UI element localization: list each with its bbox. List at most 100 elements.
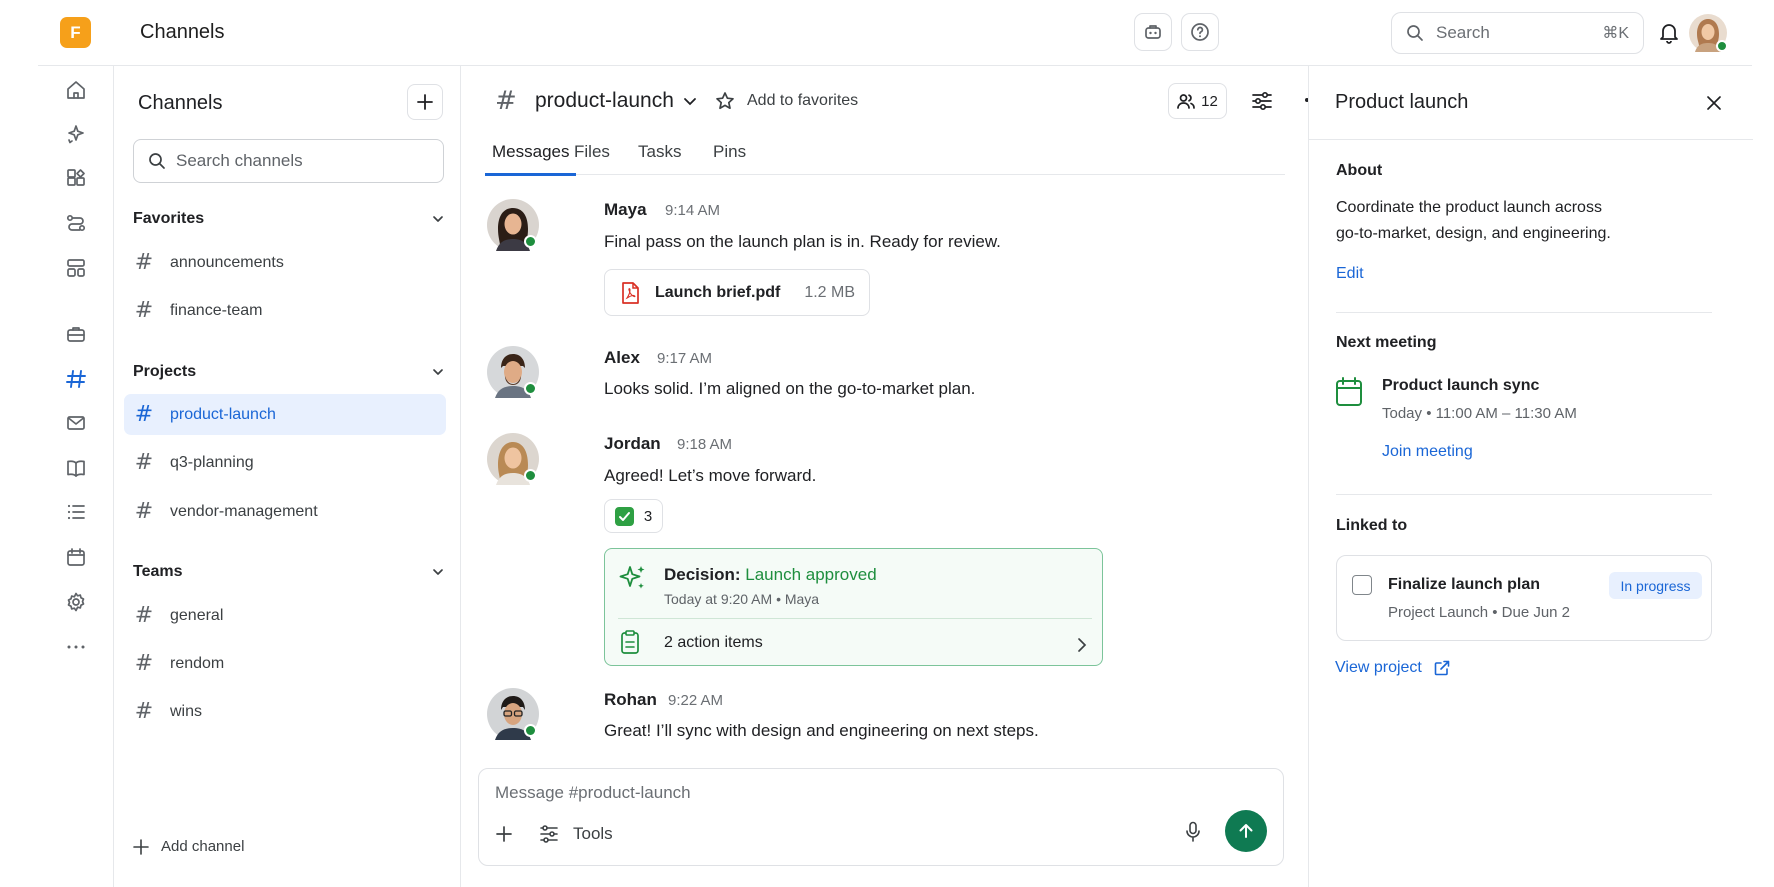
top-bar: F Channels Search ⌘K (38, 0, 1752, 66)
plus-icon (133, 838, 149, 855)
channel-name: announcements (170, 253, 284, 271)
rail-more[interactable] (62, 633, 90, 661)
channel-title[interactable]: product-launch (535, 89, 674, 113)
send-button[interactable] (1225, 810, 1267, 852)
home-icon (67, 81, 85, 99)
add-to-favorites-label: Add to favorites (747, 92, 859, 109)
app-window: F Channels Search ⌘K Channels Search cha… (38, 0, 1753, 887)
rail-docs[interactable] (62, 454, 90, 482)
close-panel-button[interactable] (1706, 95, 1722, 111)
channel-item-product-launch[interactable]: # product-launch (124, 394, 446, 435)
user-avatar[interactable] (1689, 14, 1728, 52)
rail-ai[interactable] (62, 120, 90, 148)
rail-calendar[interactable] (62, 543, 90, 571)
channel-settings-button[interactable] (1251, 91, 1273, 111)
avatar-maya[interactable] (487, 199, 539, 251)
avatar-jordan[interactable] (487, 433, 539, 485)
section-label: Projects (133, 363, 197, 380)
message-text: Final pass on the launch plan is in. Rea… (604, 232, 1001, 251)
rail-channels[interactable] (62, 365, 90, 393)
section-teams[interactable]: Teams (133, 560, 445, 584)
arrow-up-icon (1239, 824, 1253, 838)
add-to-favorites-button[interactable]: Add to favorites (715, 91, 858, 111)
app-title: Channels (140, 21, 225, 43)
task-checkbox[interactable] (1352, 575, 1372, 595)
rail-apps[interactable] (62, 164, 90, 192)
edit-link[interactable]: Edit (1336, 265, 1364, 283)
attach-button[interactable] (495, 825, 513, 843)
view-project-label: View project (1335, 659, 1422, 676)
channel-item-vendor-management[interactable]: # vendor-management (124, 491, 446, 532)
tab-tasks[interactable]: Tasks (638, 142, 681, 176)
hash-icon: # (134, 450, 154, 475)
channel-item-wins[interactable]: # wins (124, 691, 446, 732)
microphone-icon (1186, 821, 1200, 842)
channel-item-rendom[interactable]: # rendom (124, 643, 446, 684)
message-author[interactable]: Jordan (604, 434, 661, 454)
members-button[interactable]: 12 (1168, 83, 1227, 119)
linked-task-card[interactable]: Finalize launch plan Project Launch • Du… (1336, 555, 1712, 641)
channel-search[interactable] (133, 139, 444, 183)
channel-item-announcements[interactable]: # announcements (124, 242, 446, 283)
member-count: 12 (1201, 92, 1218, 110)
avatar-alex[interactable] (487, 346, 539, 398)
presence-dot (524, 382, 537, 395)
message-author[interactable]: Alex (604, 348, 640, 368)
section-divider (1336, 312, 1712, 313)
assistant-button[interactable] (1134, 13, 1172, 51)
message-author[interactable]: Rohan (604, 690, 657, 710)
close-icon (1707, 96, 1721, 110)
add-channel-button[interactable]: Add channel (133, 838, 244, 855)
channel-search-input[interactable] (176, 151, 426, 171)
new-channel-button[interactable] (407, 84, 443, 120)
rail-dashboards[interactable] (62, 254, 90, 282)
more-icon (67, 645, 85, 649)
apps-icon (67, 169, 85, 186)
reaction-chip[interactable]: 3 (604, 499, 663, 533)
sparkle-icon (619, 566, 645, 589)
view-project-link[interactable]: View project (1335, 659, 1450, 677)
settings-icon (67, 592, 85, 612)
section-label: Favorites (133, 210, 205, 227)
rail-lists[interactable] (62, 498, 90, 526)
tools-button[interactable]: Tools (539, 824, 613, 844)
message-composer: Tools (478, 768, 1284, 866)
app-logo[interactable]: F (60, 17, 91, 48)
presence-dot (524, 235, 537, 248)
rail-home[interactable] (62, 76, 90, 104)
list-icon (67, 504, 85, 520)
chevron-down-icon (433, 369, 443, 375)
rail-settings[interactable] (62, 588, 90, 616)
section-favorites[interactable]: Favorites (133, 207, 445, 231)
channel-item-q3-planning[interactable]: # q3-planning (124, 442, 446, 483)
meeting-time: Today • 11:00 AM – 11:30 AM (1382, 405, 1577, 422)
tab-pins[interactable]: Pins (713, 142, 746, 176)
file-attachment[interactable]: Launch brief.pdf 1.2 MB (604, 269, 870, 316)
channel-name: rendom (170, 654, 225, 672)
star-icon (716, 92, 734, 110)
rail-mail[interactable] (62, 409, 90, 437)
action-items-link[interactable]: 2 action items (664, 634, 763, 652)
tab-files[interactable]: Files (574, 142, 610, 176)
join-meeting-link[interactable]: Join meeting (1382, 443, 1473, 461)
help-button[interactable] (1181, 13, 1219, 51)
channel-item-finance-team[interactable]: # finance-team (124, 290, 446, 331)
voice-button[interactable] (1185, 821, 1201, 843)
message-time: 9:17 AM (657, 350, 713, 367)
avatar-rohan[interactable] (487, 688, 539, 740)
channel-menu-toggle[interactable] (683, 97, 697, 107)
file-name: Launch brief.pdf (655, 283, 781, 301)
section-projects[interactable]: Projects (133, 360, 445, 384)
global-search[interactable]: Search ⌘K (1391, 12, 1644, 54)
rail-projects[interactable] (62, 320, 90, 348)
add-channel-label: Add channel (161, 838, 245, 855)
tab-messages[interactable]: Messages (485, 142, 577, 176)
message-author[interactable]: Maya (604, 200, 647, 220)
notifications-button[interactable] (1658, 21, 1680, 45)
message-input[interactable] (495, 783, 1195, 803)
decision-card[interactable]: Decision: Launch approved Today at 9:20 … (604, 548, 1103, 666)
rail-workflows[interactable] (62, 209, 90, 237)
presence-dot (1716, 40, 1728, 52)
bell-icon (1660, 24, 1678, 44)
channel-item-general[interactable]: # general (124, 595, 446, 636)
